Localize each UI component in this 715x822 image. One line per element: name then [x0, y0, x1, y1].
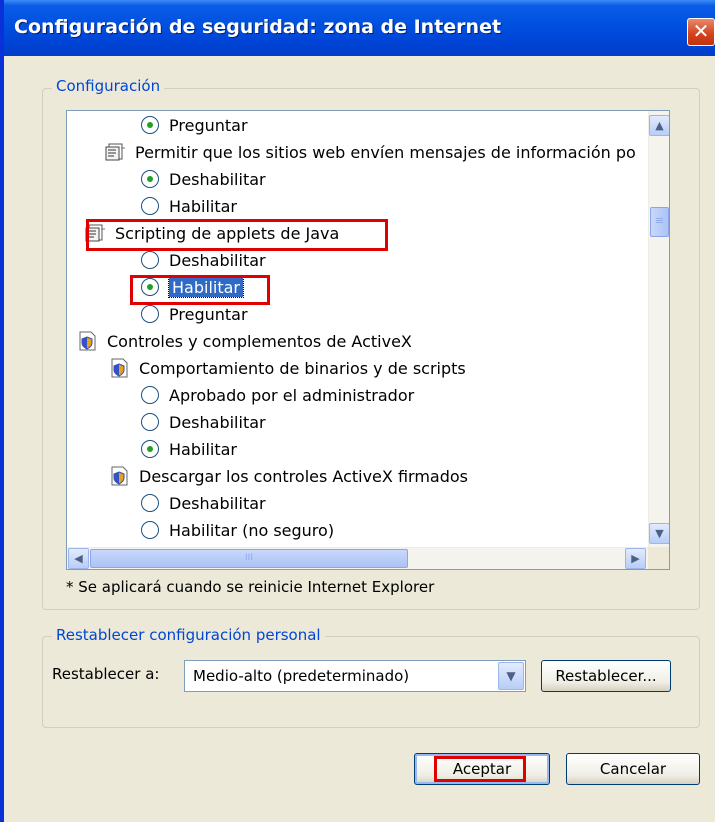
scroll-up-button[interactable]: ▲: [649, 115, 669, 136]
radio-option[interactable]: Habilitar (no seguro): [141, 519, 334, 543]
highlight-habilitar-option: [130, 275, 270, 305]
cancel-button[interactable]: Cancelar: [566, 753, 700, 785]
radio-option-label: Preguntar: [169, 116, 248, 135]
scroll-down-button[interactable]: ▼: [649, 523, 669, 544]
radio-option[interactable]: Preguntar: [141, 114, 248, 138]
reset-button-label: Restablecer...: [555, 667, 657, 685]
radio-button[interactable]: [141, 304, 159, 323]
settings-category-label: Permitir que los sitios web envíen mensa…: [135, 143, 636, 162]
radio-option[interactable]: Aprobado por el administrador: [141, 384, 414, 408]
close-button[interactable]: ✕: [687, 18, 715, 46]
title-bar[interactable]: Configuración de seguridad: zona de Inte…: [4, 0, 715, 56]
radio-option[interactable]: Habilitar: [141, 195, 237, 219]
vertical-scroll-thumb[interactable]: ≡: [650, 207, 669, 237]
radio-button[interactable]: [141, 250, 159, 269]
scroll-left-button[interactable]: ◀: [68, 548, 89, 569]
reset-level-value: Medio-alto (predeterminado): [193, 667, 410, 685]
scroll-right-button[interactable]: ▶: [625, 548, 646, 569]
radio-option-label: Deshabilitar: [169, 413, 266, 432]
radio-option-label: Habilitar: [169, 197, 237, 216]
radio-option[interactable]: Deshabilitar: [141, 168, 266, 192]
chevron-left-icon: ◀: [74, 552, 83, 565]
settings-category[interactable]: Comportamiento de binarios y de scripts: [109, 357, 466, 381]
radio-button[interactable]: [141, 520, 159, 539]
highlight-java-scripting: [86, 219, 388, 251]
settings-category[interactable]: Descargar los controles ActiveX firmados: [109, 465, 468, 489]
settings-category-label: Controles y complementos de ActiveX: [107, 332, 412, 351]
chevron-up-icon: ▲: [655, 119, 664, 132]
settings-tree[interactable]: Preguntar Permitir que los sitios web env…: [66, 110, 670, 570]
radio-option-label: Habilitar: [169, 440, 237, 459]
chevron-down-icon: ▼: [655, 527, 664, 540]
radio-option[interactable]: Habilitar: [141, 438, 237, 462]
restart-note: * Se aplicará cuando se reinicie Interne…: [66, 578, 435, 596]
cancel-button-label: Cancelar: [599, 760, 667, 778]
vertical-scrollbar[interactable]: ▲ ≡ ▼: [648, 111, 669, 547]
settings-category[interactable]: Controles y complementos de ActiveX: [77, 330, 412, 354]
radio-option-label: Deshabilitar: [169, 170, 266, 189]
radio-button[interactable]: [141, 493, 159, 512]
radio-option-label: Preguntar: [169, 305, 248, 324]
radio-option[interactable]: Preguntar: [141, 303, 248, 327]
grip-icon: III: [245, 553, 253, 563]
reset-button[interactable]: Restablecer...: [541, 660, 671, 692]
reset-level-select[interactable]: Medio-alto (predeterminado) ▼: [184, 660, 526, 692]
radio-option-label: Deshabilitar: [169, 494, 266, 513]
radio-button[interactable]: [141, 115, 159, 134]
radio-button[interactable]: [141, 196, 159, 215]
radio-option[interactable]: Deshabilitar: [141, 249, 266, 273]
activex-settings-icon: [109, 466, 131, 486]
radio-option-label: Aprobado por el administrador: [169, 386, 415, 405]
security-settings-dialog: Configuración de seguridad: zona de Inte…: [0, 0, 715, 822]
radio-button[interactable]: [141, 169, 159, 188]
horizontal-scroll-thumb[interactable]: III: [90, 549, 408, 568]
chevron-down-icon: ▼: [506, 669, 516, 683]
radio-button[interactable]: [141, 385, 159, 404]
radio-option[interactable]: Deshabilitar: [141, 492, 266, 516]
radio-option-label: Habilitar (no seguro): [169, 521, 335, 540]
chevron-right-icon: ▶: [631, 552, 640, 565]
highlight-ok-button: [434, 756, 526, 782]
window-title: Configuración de seguridad: zona de Inte…: [14, 16, 502, 38]
settings-category-label: Descargar los controles ActiveX firmados: [139, 467, 468, 486]
settings-category-label: Comportamiento de binarios y de scripts: [139, 359, 466, 378]
reset-group-legend: Restablecer configuración personal: [52, 626, 325, 644]
horizontal-scrollbar[interactable]: ◀ III ▶: [67, 547, 648, 569]
radio-option[interactable]: Deshabilitar: [141, 411, 266, 435]
scrollbar-corner: [648, 547, 669, 569]
settings-group-legend: Configuración: [52, 77, 165, 95]
activex-settings-icon: [109, 358, 131, 378]
activex-settings-icon: [77, 331, 99, 351]
radio-button[interactable]: [141, 439, 159, 458]
reset-to-label: Restablecer a:: [52, 665, 160, 683]
script-settings-icon: [105, 142, 127, 162]
radio-button[interactable]: [141, 412, 159, 431]
dropdown-button[interactable]: ▼: [498, 662, 524, 690]
radio-option-label: Deshabilitar: [169, 251, 266, 270]
close-icon: ✕: [692, 19, 710, 43]
grip-icon: ≡: [654, 214, 665, 227]
settings-category[interactable]: Permitir que los sitios web envíen mensa…: [105, 141, 636, 165]
